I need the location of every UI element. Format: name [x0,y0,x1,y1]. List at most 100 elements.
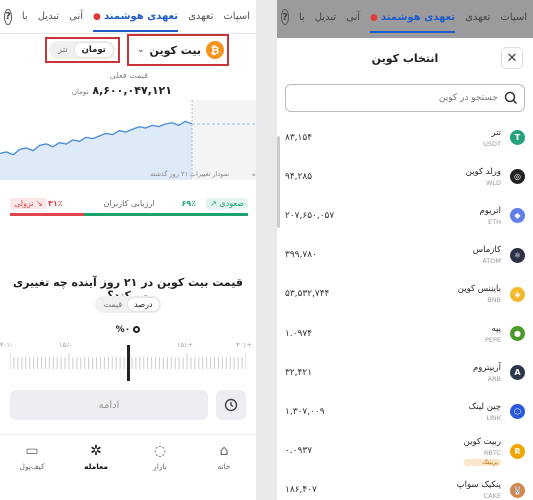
nav-item[interactable]: ◌ بازار [135,443,185,471]
coin-value: ۸۳,۱۵۴ [285,132,313,143]
coin-symbol: WLD [485,178,501,187]
slider-handle[interactable] [127,345,130,381]
coin-row[interactable]: T تتر USDT ۸۳,۱۵۴ [277,118,533,157]
currency-toggle[interactable]: تومان تتر [49,41,115,59]
percent-slider[interactable]: +۳۰٪ +۱۵٪ -۱۵٪ -۳۰٪ [0,341,252,383]
coin-symbol: BNB [487,296,501,305]
coin-row[interactable]: ◆ اتریوم ETH ۲۰۷,۶۵۰,۰۵۷ [277,196,533,235]
price-value: ۸,۶۰۰,۰۴۷,۱۲۱ [92,84,172,97]
trend-down-icon: ↘ [36,199,43,208]
nav-item[interactable]: ▭ کیف‌پول [7,443,57,471]
mode-option[interactable]: قیمت [97,298,128,311]
help-icon[interactable]: ? [4,8,12,25]
selected-change-value: %۰ [115,325,131,335]
bitcoin-icon: ₿ [205,41,224,59]
coin-row[interactable]: ◎ ورلد کوین WLD ۹۴,۲۸۵ [277,157,533,196]
coin-name: پپه [491,323,502,334]
tab-label: آنی [69,11,84,22]
picker-title: انتخاب کوین [371,52,439,65]
coin-symbol: ETH [488,217,501,226]
tab-item[interactable]: اسپات [223,11,250,22]
slider-ruler[interactable] [9,343,247,383]
continue-button[interactable]: ادامه [10,390,208,420]
tab-item[interactable]: اسپات [500,12,527,23]
close-button[interactable]: ✕ [501,47,523,69]
tab-item[interactable]: با [22,11,28,22]
coin-row[interactable]: 🐰 پنکیک سواپ CAKE ۱۸۶,۴۰۷ [277,471,533,500]
coin-names: تتر USDT [483,128,501,148]
coin-name: بیت کوین [149,43,201,57]
coin-name: آربیتروم [472,362,501,373]
nav-label: بازار [153,462,167,471]
market-icon: ◌ [153,443,167,459]
coin-name: اتریوم [479,205,501,216]
sentiment-down-bar [10,213,84,216]
nav-item[interactable]: ⌂ خانه [199,443,249,471]
coin-value: ۳۹۹,۷۸۰ [285,250,317,261]
coin-usdt-icon: T [510,130,525,146]
coin-symbol: RBTC [483,448,501,457]
tab-item[interactable]: با [299,12,305,23]
search-box[interactable] [285,84,525,112]
mode-option[interactable]: درصد [128,298,159,311]
nav-label: معامله [84,462,108,471]
notification-dot-icon: ● [93,12,105,22]
coin-row[interactable]: R ربیت کوین RBTC پربیتک ۰.۰۹۳۷ [277,432,533,471]
coin-badge: پربیتک [463,458,501,466]
tab-item[interactable]: تعهدی [188,11,213,22]
coin-name: ورلد کوین [465,166,501,177]
coin-row[interactable]: ◈ بایننس کوین BNB ۵۳,۵۳۲,۷۴۴ [277,275,533,314]
nav-item[interactable]: ✲ معامله [71,443,121,471]
tab-item[interactable]: آنی [69,11,83,22]
currency-option[interactable]: تتر [51,43,75,57]
history-button[interactable] [216,390,246,420]
tab-item[interactable]: تعهدی [465,12,490,23]
help-icon[interactable]: ? [281,9,289,25]
ruler-label: +۱۵٪ [177,341,193,349]
tab-item[interactable]: تبدیل [38,11,59,22]
coin-link-icon: ⬡ [510,404,525,420]
tab-label: تعهدی هوشمند [381,11,456,23]
coin-rbtc-icon: R [510,443,525,459]
coin-row[interactable]: ● پپه PEPE ۱.۰۹۷۴ [277,314,533,353]
ruler-label: -۳۰٪ [0,341,13,349]
search-input[interactable] [308,93,498,103]
sentiment-down-label: نزولی [14,199,34,208]
trade-icon: ✲ [90,443,102,459]
coin-arb-icon: A [510,365,525,381]
sentiment-bar [10,213,248,216]
coin-row[interactable]: ⚛ کازماس ATOM ۳۹۹,۷۸۰ [277,236,533,275]
coin-name: پنکیک سواپ [456,480,501,491]
prediction-screen: اسپات تعهدی تعهدی هوشمند ● آنی تبدیل با? ₿ بی… [0,0,256,500]
coin-picker-screen: اسپات تعهدی تعهدی هوشمند ● آنی تبدیل با? انتخ… [277,0,533,500]
coin-bnb-icon: ◈ [510,286,525,302]
chart-future-region [192,100,256,180]
coin-symbol: ATOM [482,257,501,266]
tab-item[interactable]: تعهدی هوشمند ● [370,11,456,33]
currency-option[interactable]: تومان [74,43,113,57]
history-icon [224,398,238,412]
coin-value: ۲۰۷,۶۵۰,۰۵۷ [285,210,335,221]
coin-names: پپه PEPE [485,324,501,344]
sentiment-down: ↘ نزولی [10,198,47,209]
nav-label: کیف‌پول [19,462,45,471]
coin-name: بایننس کوین [457,284,501,295]
coin-value: ۹۴,۲۸۵ [285,171,313,182]
tab-label: آنی [346,11,361,23]
coin-row[interactable]: ⬡ چین لینک LINK ۱,۳۰۷,۰۰۹ [277,392,533,431]
current-price-label: قیمت فعلی [109,71,148,80]
mode-toggle[interactable]: درصد قیمت [95,296,161,313]
coin-row[interactable]: A آربیتروم ARB ۳۲,۴۲۱ [277,353,533,392]
tab-item[interactable]: آنی [346,12,360,23]
coin-selector[interactable]: ₿ بیت کوین ⌄ [137,41,224,59]
selected-change: %۰ [0,325,256,335]
tab-item[interactable]: تعهدی هوشمند ● [93,11,179,32]
coin-value: ۱,۳۰۷,۰۰۹ [285,406,325,417]
coin-list: T تتر USDT ۸۳,۱۵۴ ◎ ورلد کوین WLD ۹۴,۲۸۵ ◆ اتریوم… [277,118,533,500]
coin-names: بایننس کوین BNB [458,284,501,304]
coin-name: ربیت کوین [463,436,501,447]
tab-label: با [298,11,305,23]
tab-label: تعهدی [465,11,491,23]
coin-names: ربیت کوین RBTC پربیتک [463,436,501,466]
tab-item[interactable]: تبدیل [315,12,336,23]
